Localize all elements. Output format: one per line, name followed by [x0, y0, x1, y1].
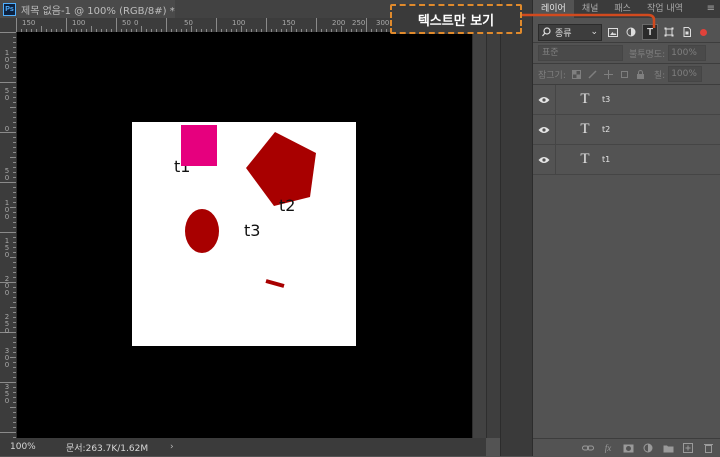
- lock-move-icon[interactable]: [604, 69, 614, 79]
- layer-row[interactable]: T t3: [533, 85, 720, 115]
- lock-label: 잠그기:: [538, 70, 566, 81]
- layer-name[interactable]: t2: [602, 125, 610, 134]
- new-layer-icon[interactable]: [681, 441, 695, 455]
- half-circle-icon: [626, 27, 636, 37]
- ruler-label: 100: [4, 199, 10, 221]
- photoshop-app-icon: Ps: [3, 2, 16, 16]
- type-layer-icon: T: [580, 91, 590, 107]
- ruler-label: 0: [4, 125, 10, 133]
- line-shape[interactable]: [265, 279, 285, 288]
- ruler-label: 50: [4, 87, 10, 102]
- ruler-label: 250: [4, 313, 10, 335]
- shape-icon: [664, 27, 674, 37]
- layer-row[interactable]: T t1: [533, 145, 720, 175]
- adjustment-icon[interactable]: [641, 441, 655, 455]
- ruler-label: 150: [22, 19, 36, 27]
- type-icon: T: [646, 26, 654, 38]
- status-menu-arrow[interactable]: ›: [170, 442, 174, 452]
- document-tab[interactable]: Ps 제목 없음-1 @ 100% (RGB/8#) *: [0, 0, 175, 18]
- chevron-down-icon: ⌄: [590, 27, 598, 37]
- link-icon[interactable]: [581, 441, 595, 455]
- layer-name[interactable]: t3: [602, 95, 610, 104]
- filter-smart-object-button[interactable]: [680, 25, 694, 39]
- lock-artboard-icon[interactable]: [620, 69, 630, 79]
- fill-label: 칠:: [653, 70, 666, 81]
- ruler-label: 300: [376, 19, 390, 27]
- ruler-label: 50: [184, 19, 193, 27]
- status-bar: 100% 문서:263.7K/1.62M ›: [0, 438, 486, 456]
- ruler-label: 150: [282, 19, 296, 27]
- ruler-origin[interactable]: [0, 18, 16, 32]
- type-layer-icon: T: [580, 151, 590, 167]
- ruler-label: 100: [232, 19, 246, 27]
- blend-mode-select[interactable]: 표준: [538, 45, 623, 61]
- panel-dock-strip: [486, 18, 501, 438]
- lock-all-icon[interactable]: [636, 69, 646, 79]
- eye-icon[interactable]: [533, 156, 555, 164]
- lock-transparent-icon[interactable]: [572, 69, 582, 79]
- document-canvas[interactable]: t1 t2 t3: [132, 122, 356, 346]
- filter-shape-button[interactable]: [662, 25, 676, 39]
- ruler-label: 50: [4, 167, 10, 182]
- fill-field[interactable]: 100%: [668, 66, 703, 82]
- image-icon: [608, 27, 618, 37]
- layer-list: T t3 T t2 T t1: [533, 85, 720, 175]
- type-layer-icon: T: [580, 121, 590, 137]
- mask-icon[interactable]: [621, 441, 635, 455]
- panel-menu-icon[interactable]: ≡: [707, 3, 715, 14]
- eye-icon[interactable]: [533, 96, 555, 104]
- ruler-label: 100: [72, 19, 86, 27]
- opacity-field[interactable]: 100%: [668, 45, 707, 61]
- callout-connector: [522, 13, 656, 28]
- smart-object-icon: [683, 27, 691, 37]
- square-shape[interactable]: [181, 125, 217, 166]
- panel-footer: fx: [533, 438, 720, 457]
- lock-row: 잠그기: 칠: 100%: [533, 64, 720, 84]
- ruler-label: 50: [122, 19, 131, 27]
- document-title: 제목 없음-1 @ 100% (RGB/8#) *: [21, 5, 175, 17]
- blend-row: 표준 불투명도: 100%: [533, 43, 720, 63]
- trash-icon[interactable]: [701, 441, 715, 455]
- opacity-label: 불투명도:: [629, 49, 666, 60]
- ellipse-shape[interactable]: [185, 209, 219, 253]
- panel-gutter: [500, 0, 533, 456]
- zoom-level[interactable]: 100%: [10, 442, 66, 452]
- layer-row[interactable]: T t2: [533, 115, 720, 145]
- vertical-ruler[interactable]: 100 50 0 50 100 150 200 250 300 350: [0, 32, 17, 438]
- ruler-label: 0: [134, 19, 139, 27]
- text-layer-t2[interactable]: t2: [279, 196, 295, 215]
- ruler-label: 100: [4, 49, 10, 71]
- ruler-label: 300: [4, 347, 10, 369]
- ruler-label: 200: [332, 19, 346, 27]
- document-size: 문서:263.7K/1.62M: [66, 443, 149, 454]
- ruler-label: 350: [4, 383, 10, 405]
- lock-brush-icon[interactable]: [588, 69, 598, 79]
- eye-icon[interactable]: [533, 126, 555, 134]
- fx-icon[interactable]: fx: [601, 441, 615, 455]
- ruler-label: 200: [4, 275, 10, 297]
- folder-icon[interactable]: [661, 441, 675, 455]
- layer-name[interactable]: t1: [602, 155, 610, 164]
- ruler-label: 150: [4, 237, 10, 259]
- filter-toggle-icon[interactable]: [700, 28, 707, 36]
- pentagon-shape[interactable]: [246, 132, 316, 206]
- ruler-label: 250: [352, 19, 366, 27]
- vertical-scrollbar[interactable]: [472, 32, 487, 438]
- text-layer-t3[interactable]: t3: [244, 221, 260, 240]
- callout-label: 텍스트만 보기: [390, 4, 522, 34]
- layers-panel: 레이어 채널 패스 작업 내역 ≡ 종류 ⌄ T 표준 불투명도: 100% 잠…: [532, 0, 720, 456]
